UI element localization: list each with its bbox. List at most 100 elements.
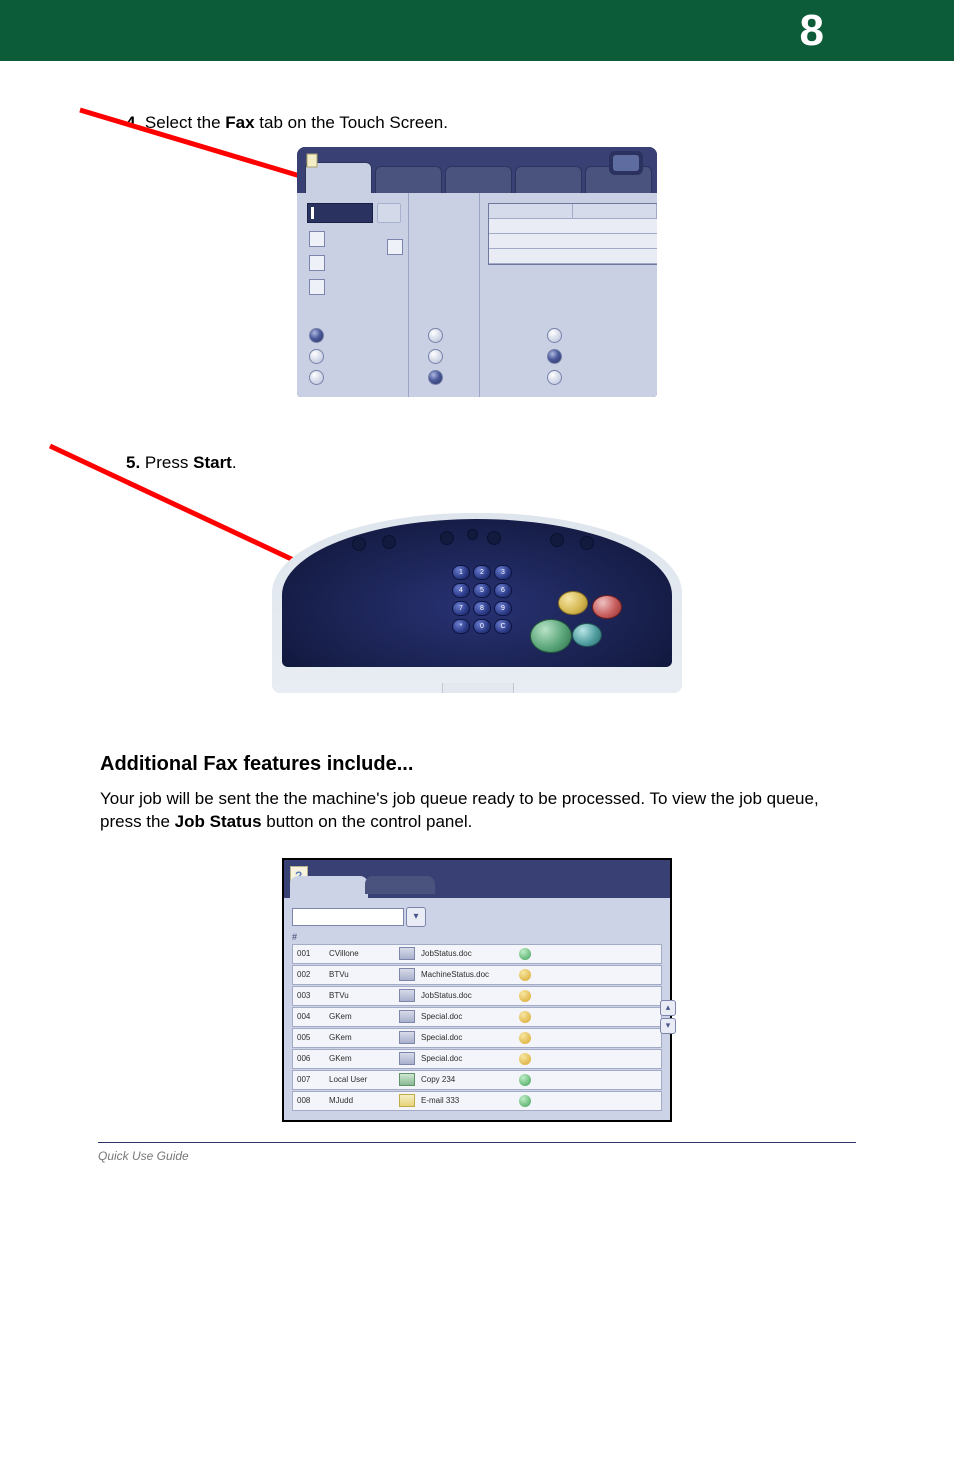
panel-button[interactable]: [352, 537, 366, 551]
step-4: 4. Select the Fax tab on the Touch Scree…: [126, 113, 806, 133]
status-pending-icon: [519, 990, 531, 1002]
key-0[interactable]: 0: [473, 619, 491, 634]
panel-button[interactable]: [487, 531, 501, 545]
step-4-text-a: Select the: [145, 113, 225, 132]
step-4-text-c: tab on the Touch Screen.: [255, 113, 448, 132]
key-6[interactable]: 6: [494, 583, 512, 598]
add-button[interactable]: [377, 203, 401, 223]
job-id: 001: [297, 949, 323, 958]
job-owner: Local User: [329, 1075, 393, 1084]
option-radio[interactable]: [428, 349, 443, 364]
panel-button[interactable]: [580, 536, 594, 550]
sub-title-text: Additional Fax features include...: [100, 753, 413, 775]
mail-icon: [399, 1094, 415, 1107]
filter-dropdown-icon[interactable]: ▾: [406, 907, 426, 927]
step-4-text-b: Fax: [225, 113, 254, 132]
status-pending-icon: [519, 1032, 531, 1044]
numeric-keypad: 1 2 3 4 5 6 7 8 9 * 0 C: [452, 565, 512, 634]
tab-row: [297, 147, 657, 193]
sub-body-c: button on the control panel.: [262, 812, 473, 831]
status-pending-icon: [519, 1011, 531, 1023]
key-c[interactable]: C: [494, 619, 512, 634]
status-pending-icon: [519, 1053, 531, 1065]
step-5: 5. Press Start.: [126, 453, 806, 473]
option-checkbox-2[interactable]: [309, 255, 325, 271]
panel-button[interactable]: [550, 533, 564, 547]
job-row[interactable]: 002BTVuMachineStatus.doc: [292, 965, 662, 985]
job-status-tab-other[interactable]: [365, 876, 435, 894]
sub-body: Your job will be sent the the machine's …: [100, 788, 820, 834]
start-button[interactable]: [530, 619, 572, 653]
control-panel-face: 1 2 3 4 5 6 7 8 9 * 0 C: [282, 519, 672, 667]
panel-button[interactable]: [440, 531, 454, 545]
job-row[interactable]: 006GKemSpecial.doc: [292, 1049, 662, 1069]
key-9[interactable]: 9: [494, 601, 512, 616]
step-5-text-c: .: [232, 453, 237, 472]
option-radio[interactable]: [547, 328, 562, 343]
page-number: 8: [800, 6, 824, 56]
option-radio[interactable]: [428, 370, 443, 385]
tab-4[interactable]: [515, 166, 582, 193]
job-row[interactable]: 001 CVillone JobStatus.doc: [292, 944, 662, 964]
status-active-icon: [519, 1095, 531, 1107]
stop-button[interactable]: [592, 595, 622, 619]
option-radio[interactable]: [309, 328, 324, 343]
job-row[interactable]: 003BTVuJobStatus.doc: [292, 986, 662, 1006]
job-status-tab-active[interactable]: [290, 876, 368, 898]
key-1[interactable]: 1: [452, 565, 470, 580]
option-checkbox-mid[interactable]: [387, 239, 403, 255]
job-file: Copy 234: [421, 1075, 513, 1084]
list-row[interactable]: [489, 249, 657, 264]
job-owner: CVillone: [329, 949, 393, 958]
job-row[interactable]: 007Local UserCopy 234: [292, 1070, 662, 1090]
job-row[interactable]: 008MJuddE-mail 333: [292, 1091, 662, 1111]
scroll-down-icon[interactable]: ▾: [660, 1018, 676, 1034]
status-active-icon: [519, 948, 531, 960]
job-owner: BTVu: [329, 991, 393, 1000]
interrupt-button[interactable]: [558, 591, 588, 615]
tab-2[interactable]: [375, 166, 442, 193]
number-input[interactable]: [307, 203, 373, 223]
job-file: MachineStatus.doc: [421, 970, 513, 979]
option-radio[interactable]: [547, 349, 562, 364]
key-2[interactable]: 2: [473, 565, 491, 580]
option-checkbox-1[interactable]: [309, 231, 325, 247]
job-id: 003: [297, 991, 323, 1000]
option-radio[interactable]: [309, 370, 324, 385]
job-row[interactable]: 005GKemSpecial.doc: [292, 1028, 662, 1048]
clear-all-button[interactable]: [572, 623, 602, 647]
key-3[interactable]: 3: [494, 565, 512, 580]
key-5[interactable]: 5: [473, 583, 491, 598]
machine-status-icon[interactable]: [609, 151, 643, 175]
option-radio[interactable]: [309, 349, 324, 364]
option-radio[interactable]: [428, 328, 443, 343]
option-checkbox-3[interactable]: [309, 279, 325, 295]
key-7[interactable]: 7: [452, 601, 470, 616]
filter-input[interactable]: [292, 908, 404, 926]
job-row[interactable]: 004GKemSpecial.doc: [292, 1007, 662, 1027]
pc-icon: [399, 1010, 415, 1023]
job-id: 008: [297, 1096, 323, 1105]
pc-icon: [399, 968, 415, 981]
job-file: JobStatus.doc: [421, 949, 513, 958]
option-radio[interactable]: [547, 370, 562, 385]
panel-button[interactable]: [467, 529, 478, 540]
job-status-figure: ▾ # 001CVilloneJobStatus.doc002BTVuMachi…: [282, 858, 672, 1122]
tab-3[interactable]: [445, 166, 512, 193]
job-owner: GKem: [329, 1012, 393, 1021]
job-id: 005: [297, 1033, 323, 1042]
scroll-up-icon[interactable]: ▴: [660, 1000, 676, 1016]
list-row[interactable]: [489, 234, 657, 249]
panel-button[interactable]: [382, 535, 396, 549]
key-star[interactable]: *: [452, 619, 470, 634]
job-list: 001 CVillone JobStatus.doc 002BTVuMachineSt…: [284, 944, 670, 1120]
status-pending-icon: [519, 969, 531, 981]
job-owner: GKem: [329, 1033, 393, 1042]
pc-icon: [399, 1073, 415, 1086]
key-8[interactable]: 8: [473, 601, 491, 616]
sub-title: Additional Fax features include...: [100, 753, 780, 776]
list-row[interactable]: [489, 219, 657, 234]
key-4[interactable]: 4: [452, 583, 470, 598]
status-active-icon: [519, 1074, 531, 1086]
recipients-list[interactable]: [488, 203, 657, 265]
